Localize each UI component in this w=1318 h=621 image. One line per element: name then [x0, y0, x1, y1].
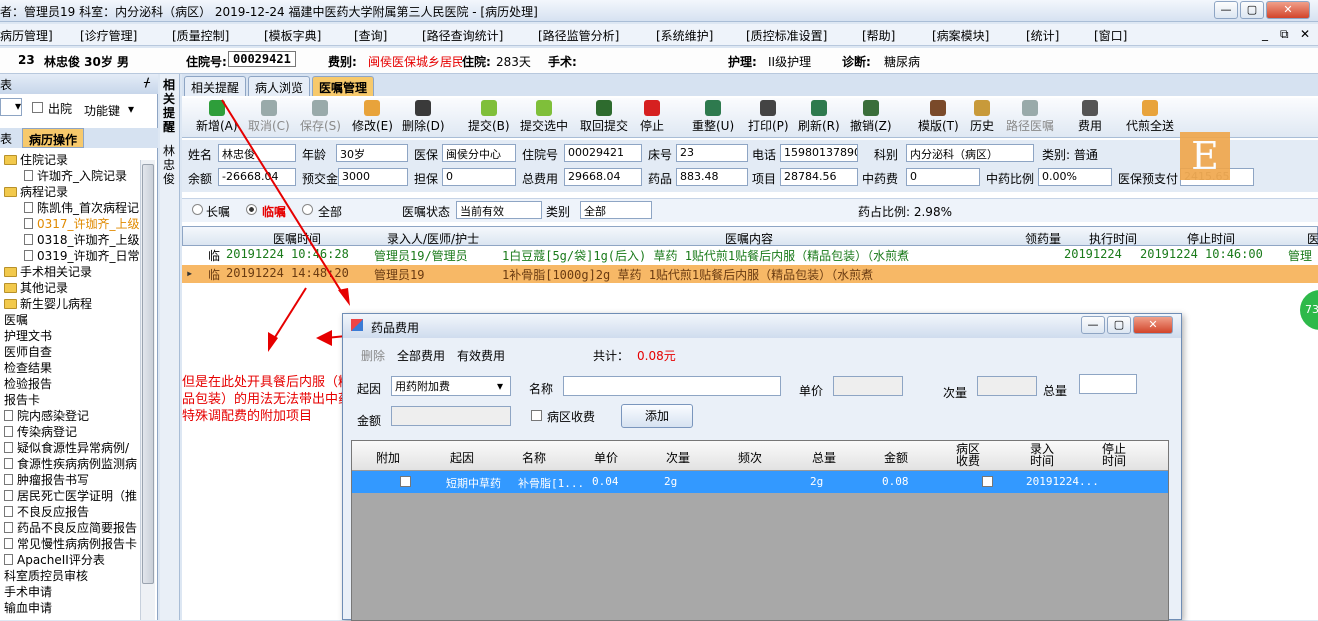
add-button[interactable]: 添加: [621, 404, 693, 428]
reason-select[interactable]: 用药附加费: [391, 376, 511, 396]
amount-input[interactable]: [391, 406, 511, 426]
dialog-title: 药品费用: [371, 321, 420, 335]
dialog-form: 起因 用药附加费 ▾ 名称 单价 次量 总量 金额 病区收费 添加: [347, 372, 1177, 438]
annotation-text: 但是在此处开具餐后内服（精品包装）的用法无法带出中药特殊调配费的附加项目: [182, 375, 352, 424]
fee-grid: 附加 起因 名称 单价 次量 频次 总量 金额 病区收费 录入时间 停止时间 短…: [351, 440, 1169, 621]
total-input[interactable]: [1079, 374, 1137, 394]
table-row[interactable]: 短期中草药 补骨脂[1... 0.04 2g 2g 0.08 20191224.…: [352, 471, 1168, 493]
drug-cost-dialog: 药品费用 — ▢ ✕ 删除 全部费用 有效费用 共计： 0.08元 起因 用药附…: [342, 313, 1182, 621]
valid-fees-button[interactable]: 有效费用: [457, 347, 505, 364]
name-input[interactable]: [563, 376, 781, 396]
ward-fee-row-checkbox[interactable]: [982, 476, 993, 487]
dialog-toolbar: 删除 全部费用 有效费用 共计： 0.08元: [361, 347, 676, 364]
chevron-down-icon[interactable]: ▾: [497, 379, 503, 393]
delete-button[interactable]: 删除: [361, 347, 385, 364]
fee-grid-header: 附加 起因 名称 单价 次量 频次 总量 金额 病区收费 录入时间 停止时间: [352, 441, 1168, 471]
price-input[interactable]: [833, 376, 903, 396]
dialog-close-button[interactable]: ✕: [1133, 316, 1173, 334]
app-icon: [351, 319, 363, 331]
dialog-title-bar: 药品费用 — ▢ ✕: [343, 314, 1181, 338]
ward-fee-checkbox[interactable]: [531, 410, 542, 421]
dialog-maximize-button[interactable]: ▢: [1107, 316, 1131, 334]
dialog-minimize-button[interactable]: —: [1081, 316, 1105, 334]
sum-value: 0.08元: [637, 349, 676, 363]
add-checkbox[interactable]: [400, 476, 411, 487]
all-fees-button[interactable]: 全部费用: [397, 347, 445, 364]
dose-input[interactable]: [977, 376, 1037, 396]
